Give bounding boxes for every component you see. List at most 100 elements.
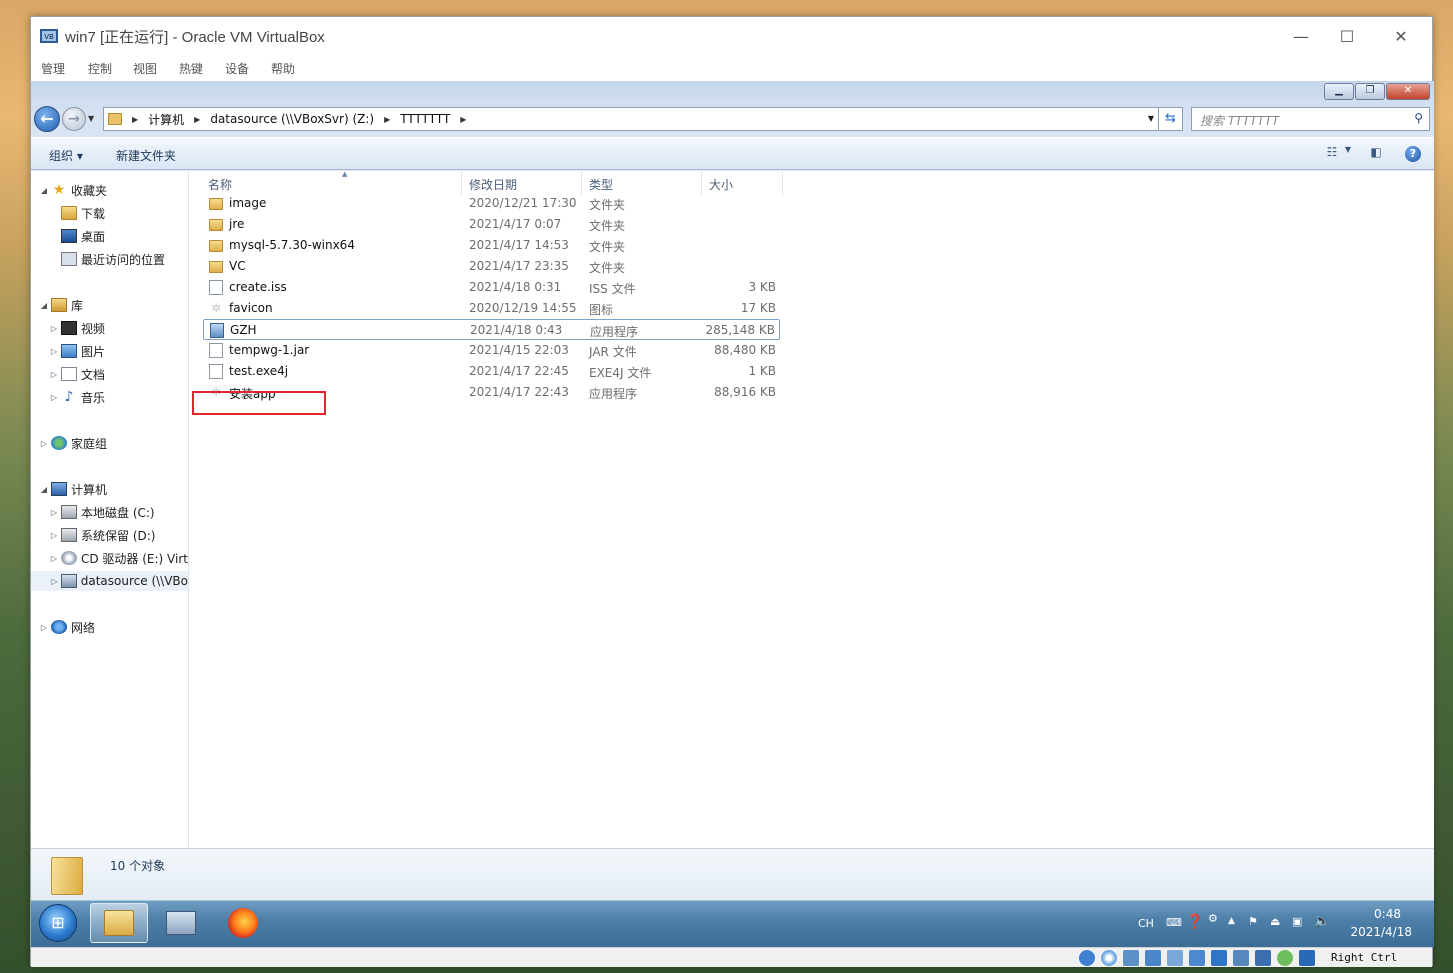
file-row[interactable]: jre 2021/4/17 0:07 文件夹	[203, 214, 780, 235]
shared-folders-icon[interactable]	[1189, 950, 1205, 966]
tree-homegroup[interactable]: ▷ 家庭组	[39, 433, 107, 453]
tree-music[interactable]: ▷ ♪ 音乐	[49, 387, 105, 407]
tree-network[interactable]: ▷ 网络	[39, 617, 95, 637]
collapse-arrow-icon[interactable]: ▷	[49, 554, 59, 563]
file-row[interactable]: image 2020/12/21 17:30 文件夹	[203, 193, 780, 214]
hard-disk-activity-icon[interactable]	[1079, 950, 1095, 966]
safely-remove-icon[interactable]: ⏏	[1270, 915, 1280, 928]
collapse-arrow-icon[interactable]: ▷	[50, 577, 59, 586]
forward-button[interactable]: →	[62, 107, 86, 131]
expand-arrow-icon[interactable]: ◢	[39, 485, 49, 494]
tree-libraries[interactable]: ◢ 库	[39, 295, 83, 315]
breadcrumb-chevron-icon[interactable]: ▶	[384, 115, 390, 124]
view-options-dropdown-icon[interactable]: ▼	[1338, 145, 1358, 163]
breadcrumb-chevron-icon[interactable]: ▶	[460, 115, 466, 124]
collapse-arrow-icon[interactable]: ▷	[49, 531, 59, 540]
close-button[interactable]: ✕	[1378, 22, 1424, 50]
virtualization-icon[interactable]	[1255, 950, 1271, 966]
file-row[interactable]: ✲ favicon 2020/12/19 14:55 图标 17 KB	[203, 298, 780, 319]
tree-documents[interactable]: ▷ 文档	[49, 364, 105, 384]
explorer-restore-button[interactable]: ❐	[1355, 83, 1385, 100]
expand-arrow-icon[interactable]: ◢	[39, 186, 49, 195]
help-button[interactable]: ?	[1405, 146, 1421, 162]
language-indicator[interactable]: CH	[1138, 917, 1154, 930]
collapse-arrow-icon[interactable]: ▷	[49, 508, 59, 517]
file-row[interactable]: VC 2021/4/17 23:35 文件夹	[203, 256, 780, 277]
display-icon[interactable]	[1211, 950, 1227, 966]
volume-icon[interactable]: 🔈	[1314, 914, 1330, 929]
optical-drive-icon[interactable]	[1101, 950, 1117, 966]
search-icon[interactable]: ⚲	[1414, 111, 1423, 125]
file-row[interactable]: test.exe4j 2021/4/17 22:45 EXE4J 文件 1 KB	[203, 361, 780, 382]
file-type: 图标	[589, 303, 614, 317]
menu-manage[interactable]: 管理	[41, 60, 65, 77]
tree-downloads[interactable]: 下载	[49, 203, 105, 223]
taskbar-computer-button[interactable]	[152, 903, 210, 943]
breadcrumb-chevron-icon[interactable]: ▶	[194, 115, 200, 124]
options-tray-icon[interactable]: ⚙	[1208, 912, 1218, 925]
menu-view[interactable]: 视图	[133, 60, 157, 77]
action-center-icon[interactable]: ⚑	[1248, 915, 1258, 928]
refresh-button[interactable]: ⇆	[1159, 107, 1183, 131]
tree-pictures[interactable]: ▷ 图片	[49, 341, 105, 361]
collapse-arrow-icon[interactable]: ▷	[39, 439, 49, 448]
video-capture-icon[interactable]	[1233, 950, 1249, 966]
breadcrumb-chevron-icon[interactable]: ▶	[132, 115, 138, 124]
collapse-arrow-icon[interactable]: ▷	[49, 393, 59, 402]
minimize-button[interactable]: —	[1278, 22, 1324, 50]
file-row[interactable]: tempwg-1.jar 2021/4/15 22:03 JAR 文件 88,4…	[203, 340, 780, 361]
usb-icon[interactable]	[1167, 950, 1183, 966]
tree-drive-z[interactable]: ▷ datasource (\\VBo	[31, 571, 188, 591]
explorer-close-button[interactable]: ✕	[1386, 83, 1430, 100]
file-row[interactable]: mysql-5.7.30-winx64 2021/4/17 14:53 文件夹	[203, 235, 780, 256]
address-bar[interactable]: ▶ 计算机 ▶ datasource (\\VBoxSvr) (Z:) ▶ TT…	[103, 107, 1159, 131]
file-date: 2021/4/17 23:35	[469, 259, 569, 273]
clock-date[interactable]: 2021/4/18	[1350, 925, 1412, 939]
menu-hotkey[interactable]: 热键	[179, 60, 203, 77]
collapse-arrow-icon[interactable]: ▷	[49, 324, 59, 333]
tree-videos[interactable]: ▷ 视频	[49, 318, 105, 338]
explorer-minimize-button[interactable]: ▁	[1324, 83, 1354, 100]
clock-time[interactable]: 0:48	[1374, 907, 1401, 921]
network-tray-icon[interactable]: ▣	[1292, 915, 1302, 928]
tree-drive-c[interactable]: ▷ 本地磁盘 (C:)	[49, 502, 155, 522]
audio-icon[interactable]	[1123, 950, 1139, 966]
collapse-arrow-icon[interactable]: ▷	[49, 370, 59, 379]
collapse-arrow-icon[interactable]: ▷	[39, 623, 49, 632]
address-dropdown-icon[interactable]: ▼	[1148, 114, 1154, 123]
help-tray-icon[interactable]: ❓	[1186, 914, 1203, 930]
taskbar-explorer-button[interactable]	[90, 903, 148, 943]
file-row[interactable]: create.iss 2021/4/18 0:31 ISS 文件 3 KB	[203, 277, 780, 298]
tree-drive-d[interactable]: ▷ 系统保留 (D:)	[49, 525, 155, 545]
tree-favorites[interactable]: ◢ ★ 收藏夹	[39, 180, 107, 200]
back-button[interactable]: ←	[34, 106, 60, 132]
start-button[interactable]: ⊞	[39, 904, 77, 942]
menu-control[interactable]: 控制	[88, 60, 112, 77]
tree-computer[interactable]: ◢ 计算机	[39, 479, 107, 499]
new-folder-button[interactable]: 新建文件夹	[116, 147, 176, 164]
recent-pages-dropdown-icon[interactable]: ▼	[88, 114, 94, 123]
search-input[interactable]: 搜索 TTTTTTT ⚲	[1191, 107, 1430, 131]
tree-desktop[interactable]: 桌面	[49, 226, 105, 246]
menu-help[interactable]: 帮助	[271, 60, 295, 77]
tree-drive-e[interactable]: ▷ CD 驱动器 (E:) Virtu	[49, 548, 188, 568]
virtualbox-window: VB win7 [正在运行] - Oracle VM VirtualBox — …	[30, 16, 1434, 967]
network-status-icon[interactable]	[1145, 950, 1161, 966]
breadcrumb-datasource[interactable]: datasource (\\VBoxSvr) (Z:)	[210, 112, 374, 126]
breadcrumb-current-folder[interactable]: TTTTTTT	[400, 112, 450, 126]
guest-additions-icon[interactable]	[1277, 950, 1293, 966]
keyboard-capture-icon[interactable]	[1299, 950, 1315, 966]
tree-recent-places[interactable]: 最近访问的位置	[49, 249, 165, 269]
menu-devices[interactable]: 设备	[225, 60, 249, 77]
file-type: ISS 文件	[589, 282, 636, 296]
breadcrumb-computer[interactable]: 计算机	[148, 111, 184, 128]
taskbar-firefox-button[interactable]	[214, 903, 272, 943]
expand-arrow-icon[interactable]: ◢	[39, 301, 49, 310]
collapse-arrow-icon[interactable]: ▷	[49, 347, 59, 356]
organize-button[interactable]: 组织 ▾	[49, 147, 83, 164]
keyboard-icon[interactable]: ⌨	[1166, 916, 1182, 929]
preview-pane-icon[interactable]: ◧	[1366, 145, 1386, 163]
file-row-selected[interactable]: GZH 2021/4/18 0:43 应用程序 285,148 KB	[203, 319, 780, 340]
maximize-button[interactable]: ☐	[1324, 22, 1370, 50]
show-hidden-icons-icon[interactable]: ▲	[1228, 916, 1235, 926]
